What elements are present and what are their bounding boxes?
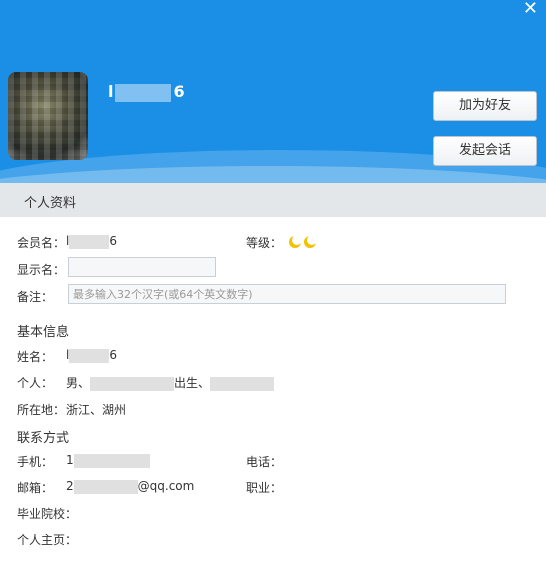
- redacted-mask: [210, 376, 275, 391]
- display-name-field[interactable]: [68, 257, 216, 277]
- profile-header: ✕ l6 加为好友 发起会话: [0, 0, 546, 183]
- note-label: 备注：: [17, 290, 54, 304]
- tel-label: 电话：: [246, 455, 283, 469]
- email-prefix: 2: [66, 479, 74, 493]
- name-label: 姓名：: [17, 350, 54, 364]
- job-label: 职业：: [246, 481, 283, 495]
- username-suffix: 6: [173, 82, 185, 101]
- phone-prefix: 1: [66, 453, 74, 467]
- moon-icon: [289, 234, 302, 248]
- start-chat-button[interactable]: 发起会话: [433, 136, 537, 166]
- redacted-mask: [69, 234, 110, 249]
- display-name-label: 显示名：: [17, 263, 66, 277]
- member-suffix: 6: [109, 234, 117, 248]
- username: l6: [108, 82, 185, 102]
- redacted-mask: [115, 83, 172, 102]
- redacted-mask: [69, 348, 110, 363]
- username-prefix: l: [108, 82, 114, 101]
- email-label: 邮箱：: [17, 481, 54, 495]
- name-suffix: 6: [109, 348, 117, 362]
- location-label: 所在地：: [17, 403, 66, 417]
- contact-heading: 联系方式: [17, 431, 70, 446]
- basic-info-heading: 基本信息: [17, 325, 70, 340]
- member-value: l6: [66, 234, 117, 249]
- gender-value: 男、: [66, 376, 91, 390]
- redacted-mask: [73, 453, 150, 468]
- location-value: 浙江、湖州: [66, 403, 127, 417]
- homepage-label: 个人主页：: [17, 533, 78, 547]
- school-label: 毕业院校：: [17, 507, 78, 521]
- email-suffix: @qq.com: [137, 479, 195, 493]
- redacted-mask: [73, 479, 138, 494]
- personal-label: 个人：: [17, 376, 54, 390]
- section-title: 个人资料: [24, 196, 77, 211]
- add-friend-button[interactable]: 加为好友: [433, 91, 537, 121]
- close-icon[interactable]: ✕: [523, 0, 538, 19]
- personal-value: 男、 出生、: [66, 374, 275, 391]
- email-value: 2 @qq.com: [66, 479, 194, 494]
- redacted-mask: [90, 376, 175, 391]
- section-bar: 个人资料: [0, 183, 546, 217]
- level-value: [289, 234, 319, 248]
- note-field[interactable]: 最多输入32个汉字(或64个英文数字): [68, 284, 506, 304]
- avatar[interactable]: [8, 72, 88, 160]
- moon-icon: [304, 234, 317, 248]
- phone-value: 1: [66, 453, 150, 468]
- member-label: 会员名：: [17, 236, 66, 250]
- birth-value: 出生、: [174, 376, 211, 390]
- name-value: l6: [66, 348, 117, 363]
- level-label: 等级：: [246, 236, 283, 250]
- phone-label: 手机：: [17, 455, 54, 469]
- avatar-pixelation: [8, 72, 88, 160]
